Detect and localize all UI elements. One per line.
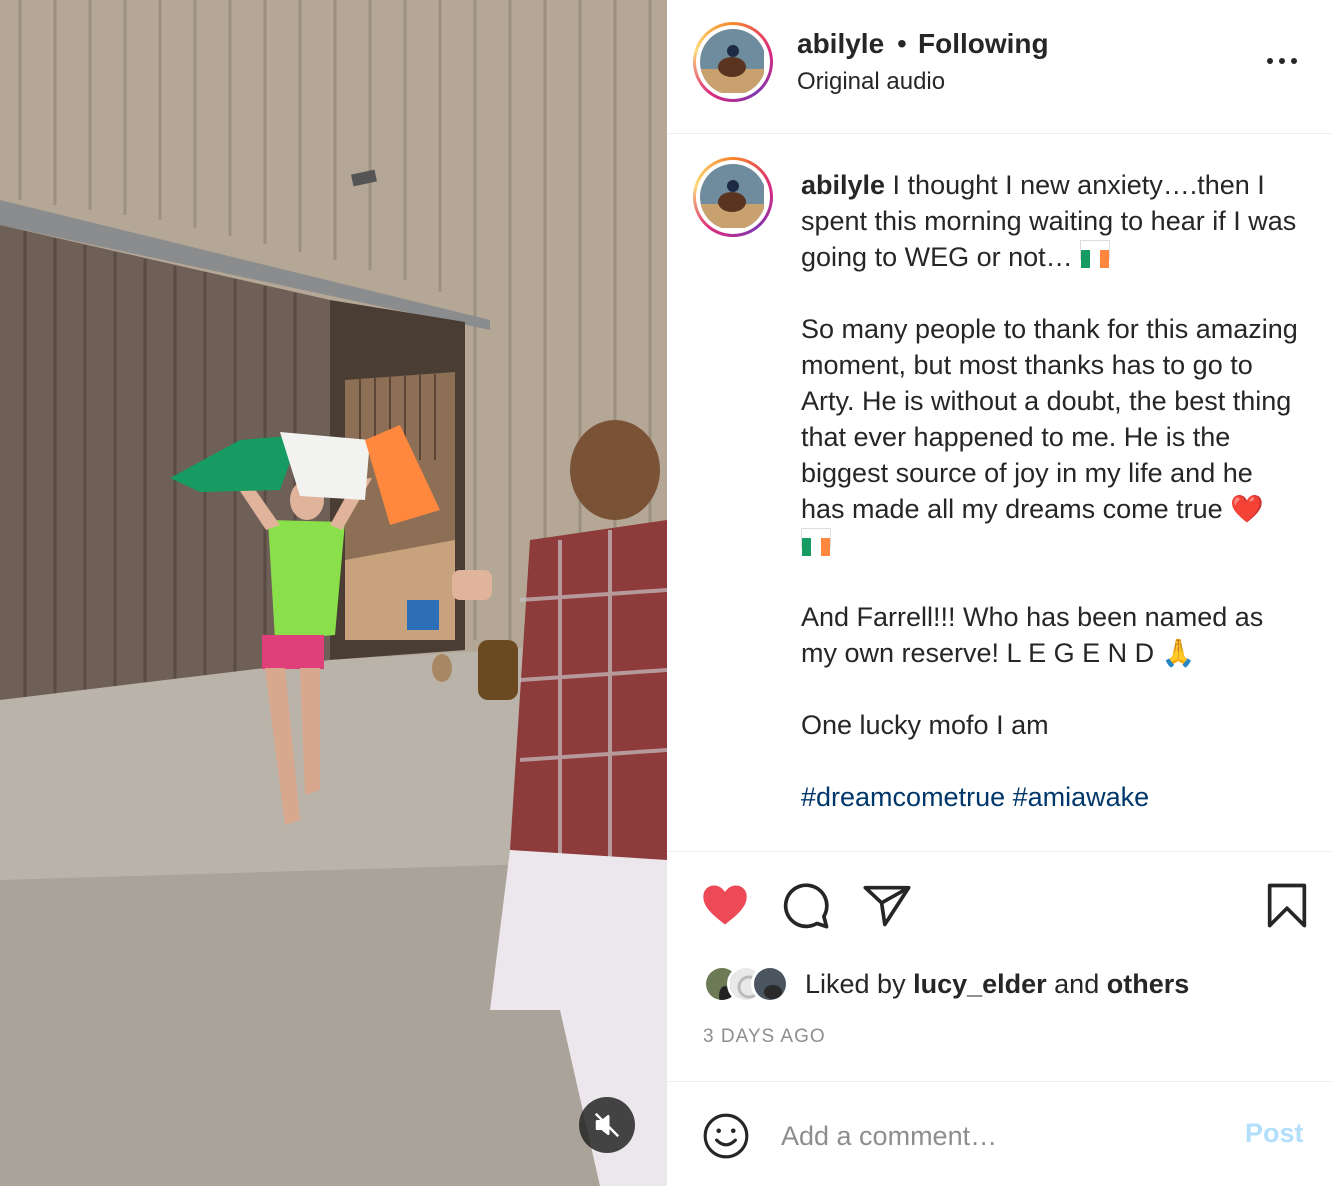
separator-dot: • bbox=[897, 28, 907, 59]
like-button[interactable] bbox=[699, 879, 751, 931]
bookmark-icon bbox=[1261, 883, 1313, 935]
hashtag-link[interactable]: #dreamcometrue bbox=[801, 782, 1005, 812]
likes-summary: Liked by lucy_elder and others bbox=[805, 969, 1189, 1000]
comment-bubble-icon bbox=[780, 883, 832, 935]
action-bar: Liked by lucy_elder and others 3 DAYS AG… bbox=[667, 851, 1332, 1081]
audio-link[interactable]: Original audio bbox=[797, 68, 945, 96]
speaker-muted-icon bbox=[592, 1110, 622, 1140]
author-avatar[interactable] bbox=[693, 22, 773, 102]
caption-paragraph: One lucky mofo I am bbox=[801, 710, 1049, 740]
post-comment-button[interactable]: Post bbox=[1245, 1118, 1304, 1149]
comment-bar: Post bbox=[667, 1081, 1332, 1186]
video-frame bbox=[0, 0, 667, 1186]
comment-input[interactable] bbox=[781, 1112, 1221, 1160]
pray-emoji: 🙏 bbox=[1161, 638, 1196, 668]
heart-emoji: ❤️ bbox=[1230, 494, 1264, 524]
post-header: abilyle • Following Original audio bbox=[667, 0, 1332, 134]
post-side-panel: abilyle • Following Original audio abily… bbox=[667, 0, 1332, 1186]
likes-row: Liked by lucy_elder and others bbox=[703, 964, 1189, 1004]
more-options-button[interactable] bbox=[1257, 46, 1307, 76]
likes-others-link[interactable]: others bbox=[1107, 969, 1190, 999]
avatar-image bbox=[700, 29, 764, 93]
caption-avatar[interactable] bbox=[693, 157, 773, 237]
irish-flag-emoji bbox=[1080, 240, 1111, 268]
likes-middle: and bbox=[1046, 968, 1107, 999]
comment-button[interactable] bbox=[780, 879, 832, 931]
post-timestamp[interactable]: 3 DAYS AGO bbox=[703, 1026, 826, 1048]
paper-plane-icon bbox=[861, 885, 913, 935]
save-button[interactable] bbox=[1261, 879, 1313, 931]
heart-filled-icon bbox=[699, 885, 751, 935]
smiley-icon bbox=[701, 1113, 751, 1165]
following-button[interactable]: Following bbox=[918, 28, 1049, 60]
share-button[interactable] bbox=[861, 879, 913, 931]
more-horizontal-icon bbox=[1257, 58, 1307, 80]
caption-section: abilyle I thought I new anxiety….then I … bbox=[667, 135, 1332, 850]
hashtag-list: #dreamcometrue #amiawake bbox=[801, 782, 1149, 812]
avatar-image bbox=[700, 164, 764, 228]
caption-paragraph: And Farrell!!! Who has been named as my … bbox=[801, 602, 1271, 668]
liker-username[interactable]: lucy_elder bbox=[913, 969, 1047, 999]
hashtag-link[interactable]: #amiawake bbox=[1013, 782, 1150, 812]
irish-flag-emoji bbox=[801, 528, 831, 556]
emoji-button[interactable] bbox=[701, 1111, 751, 1161]
post-video[interactable] bbox=[0, 0, 667, 1186]
liker-avatar[interactable] bbox=[751, 965, 789, 1003]
mute-button[interactable] bbox=[579, 1097, 635, 1153]
likes-prefix: Liked by bbox=[805, 968, 914, 999]
author-username[interactable]: abilyle bbox=[797, 28, 884, 60]
caption-text: abilyle I thought I new anxiety….then I … bbox=[801, 167, 1301, 815]
caption-username[interactable]: abilyle bbox=[801, 170, 885, 200]
caption-paragraph: So many people to thank for this amazing… bbox=[801, 314, 1306, 524]
